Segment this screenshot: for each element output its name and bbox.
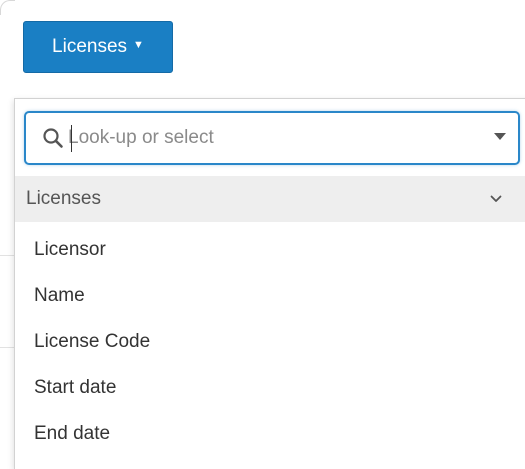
option-license-code[interactable]: License Code (15, 319, 525, 365)
licenses-dropdown-menu: Licenses Licensor Name License Code Star… (14, 98, 525, 469)
chevron-down-icon (490, 195, 502, 202)
group-label: Licenses (26, 188, 101, 209)
option-end-date[interactable]: End date (15, 411, 525, 457)
licenses-button-label: Licenses (52, 36, 128, 57)
option-start-date[interactable]: Start date (15, 365, 525, 411)
options-list: Licensor Name License Code Start date En… (15, 227, 525, 457)
search-box[interactable] (24, 111, 520, 165)
option-licensor[interactable]: Licensor (15, 227, 525, 273)
caret-down-icon[interactable] (494, 133, 506, 140)
caret-down-icon: ▼ (133, 39, 144, 51)
option-name[interactable]: Name (15, 273, 525, 319)
text-cursor (71, 125, 72, 152)
search-input[interactable] (68, 121, 468, 155)
corner-decoration (0, 0, 15, 15)
search-icon (43, 128, 63, 148)
group-header-licenses[interactable]: Licenses (15, 176, 525, 222)
licenses-dropdown-button[interactable]: Licenses ▼ (23, 21, 173, 73)
